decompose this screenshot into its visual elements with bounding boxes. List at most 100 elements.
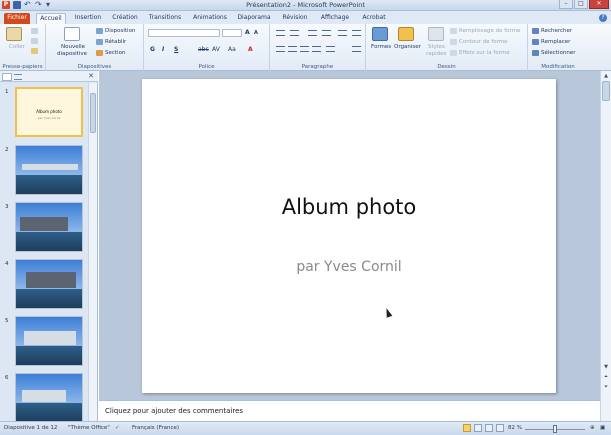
slide-scroll-thumb[interactable] — [602, 81, 610, 101]
justify-icon[interactable] — [312, 46, 321, 52]
select-button[interactable]: Sélectionner — [541, 50, 575, 56]
slide-title[interactable]: Album photo — [142, 195, 556, 219]
slide-edit-area: Album photo par Yves Cornil — [99, 71, 600, 400]
section-button[interactable]: Section — [105, 50, 125, 56]
thumbnails-scroll-thumb[interactable] — [90, 93, 96, 133]
shapes-button[interactable]: Formes — [371, 44, 391, 50]
tab-file[interactable]: Fichier — [4, 13, 30, 24]
thumbnail-number: 2 — [5, 147, 9, 153]
strikethrough-button[interactable]: abc — [198, 46, 209, 53]
layout-button[interactable]: Disposition — [105, 28, 135, 34]
slide-thumbnail-2[interactable] — [15, 145, 83, 195]
numbering-icon[interactable] — [290, 30, 299, 36]
tab-acrobat[interactable]: Acrobat — [360, 13, 388, 24]
reading-view-icon[interactable] — [485, 424, 493, 432]
tab-home[interactable]: Accueil — [36, 13, 66, 24]
close-panel-icon[interactable]: ✕ — [88, 72, 94, 80]
tab-animations[interactable]: Animations — [191, 13, 229, 24]
change-case-button[interactable]: Aa — [228, 46, 236, 53]
smartart-icon[interactable] — [352, 46, 361, 52]
minimize-button[interactable]: – — [559, 0, 573, 9]
shape-fill-button[interactable]: Remplissage de forme — [459, 28, 520, 34]
tab-design[interactable]: Création — [110, 13, 140, 24]
copy-icon[interactable] — [31, 38, 38, 44]
underline-button[interactable]: S — [174, 46, 178, 53]
slide-thumbnail-6[interactable] — [15, 373, 83, 421]
new-slide-label-1[interactable]: Nouvelle — [61, 44, 85, 50]
new-slide-label-2[interactable]: diapositive — [57, 51, 87, 57]
align-right-icon[interactable] — [300, 46, 309, 52]
normal-view-icon[interactable] — [463, 424, 471, 432]
shape-effects-button[interactable]: Effets sur la forme — [459, 50, 510, 56]
outline-tab-icon[interactable] — [14, 74, 22, 80]
select-icon — [532, 50, 539, 56]
paste-button[interactable]: Coller — [9, 44, 25, 50]
fit-slide-icon[interactable]: ▣ — [600, 425, 605, 431]
quick-styles-label-2[interactable]: rapides — [426, 51, 446, 57]
language-indicator[interactable]: Français (France) — [132, 425, 179, 431]
tab-review[interactable]: Révision — [280, 13, 310, 24]
reset-button[interactable]: Rétablir — [105, 39, 126, 45]
font-size-combo[interactable] — [222, 29, 242, 37]
slide-thumbnail-4[interactable] — [15, 259, 83, 309]
zoom-slider-knob[interactable] — [553, 425, 557, 433]
slide-scrollbar[interactable]: ▲ ▼ ⏶ ⏷ — [600, 71, 611, 421]
cut-icon[interactable] — [31, 28, 38, 34]
columns-icon[interactable] — [326, 46, 335, 52]
arrange-button[interactable]: Organiser — [394, 44, 421, 50]
grow-font-button[interactable]: A — [245, 29, 250, 36]
decrease-indent-icon[interactable] — [308, 30, 317, 36]
slide-subtitle[interactable]: par Yves Cornil — [142, 259, 556, 275]
font-color-icon[interactable]: A — [248, 46, 253, 53]
find-button[interactable]: Rechercher — [541, 28, 572, 34]
slideshow-view-icon[interactable] — [496, 424, 504, 432]
bold-button[interactable]: G — [150, 46, 155, 53]
align-left-icon[interactable] — [276, 46, 285, 52]
scroll-down-icon[interactable]: ▼ — [602, 363, 610, 371]
close-button[interactable]: ✕ — [589, 0, 609, 9]
replace-button[interactable]: Remplacer — [541, 39, 570, 45]
quick-styles-icon[interactable] — [428, 27, 444, 41]
notes-pane[interactable]: Cliquez pour ajouter des commentaires — [99, 400, 600, 421]
slides-tab-icon[interactable] — [2, 73, 12, 81]
tab-view[interactable]: Affichage — [318, 13, 352, 24]
previous-slide-icon[interactable]: ⏶ — [602, 373, 610, 381]
photo-ship — [22, 164, 78, 170]
theme-name[interactable]: "Thème Office" — [68, 425, 110, 431]
shape-effects-icon — [450, 50, 457, 56]
slide-thumbnail-5[interactable] — [15, 316, 83, 366]
next-slide-icon[interactable]: ⏷ — [602, 383, 610, 391]
zoom-in-icon[interactable]: ⊕ — [590, 425, 595, 431]
shape-outline-button[interactable]: Contour de forme — [459, 39, 508, 45]
italic-button[interactable]: I — [162, 46, 164, 53]
slide-thumbnail-1[interactable]: Album photo par Yves Cornil — [15, 87, 83, 137]
photo-sea — [16, 231, 82, 251]
help-icon[interactable]: ? — [599, 14, 607, 22]
shrink-font-button[interactable]: A — [254, 30, 258, 36]
current-slide[interactable]: Album photo par Yves Cornil — [142, 79, 556, 393]
font-name-combo[interactable] — [148, 29, 220, 37]
bullets-icon[interactable] — [276, 30, 285, 36]
new-slide-icon[interactable] — [64, 27, 80, 41]
slide-thumbnail-3[interactable] — [15, 202, 83, 252]
align-center-icon[interactable] — [288, 46, 297, 52]
shapes-icon[interactable] — [372, 27, 388, 41]
thumbnails-scrollbar[interactable] — [88, 83, 97, 421]
quick-styles-label-1[interactable]: Styles — [428, 44, 445, 50]
paste-icon[interactable] — [6, 27, 22, 41]
text-direction-icon[interactable] — [352, 30, 361, 36]
line-spacing-icon[interactable] — [338, 30, 347, 36]
tab-slideshow[interactable]: Diaporama — [236, 13, 272, 24]
increase-indent-icon[interactable] — [322, 30, 331, 36]
zoom-level[interactable]: 82 % — [508, 425, 522, 431]
tab-transitions[interactable]: Transitions — [147, 13, 183, 24]
tab-insert[interactable]: Insertion — [72, 13, 104, 24]
character-spacing-button[interactable]: AV — [212, 46, 220, 53]
notes-placeholder[interactable]: Cliquez pour ajouter des commentaires — [105, 407, 243, 415]
scroll-up-icon[interactable]: ▲ — [602, 72, 610, 80]
slide-sorter-view-icon[interactable] — [474, 424, 482, 432]
spellcheck-icon[interactable]: ✓ — [115, 425, 120, 431]
arrange-icon[interactable] — [398, 27, 414, 41]
maximize-button[interactable]: □ — [574, 0, 588, 9]
format-painter-icon[interactable] — [31, 48, 38, 54]
